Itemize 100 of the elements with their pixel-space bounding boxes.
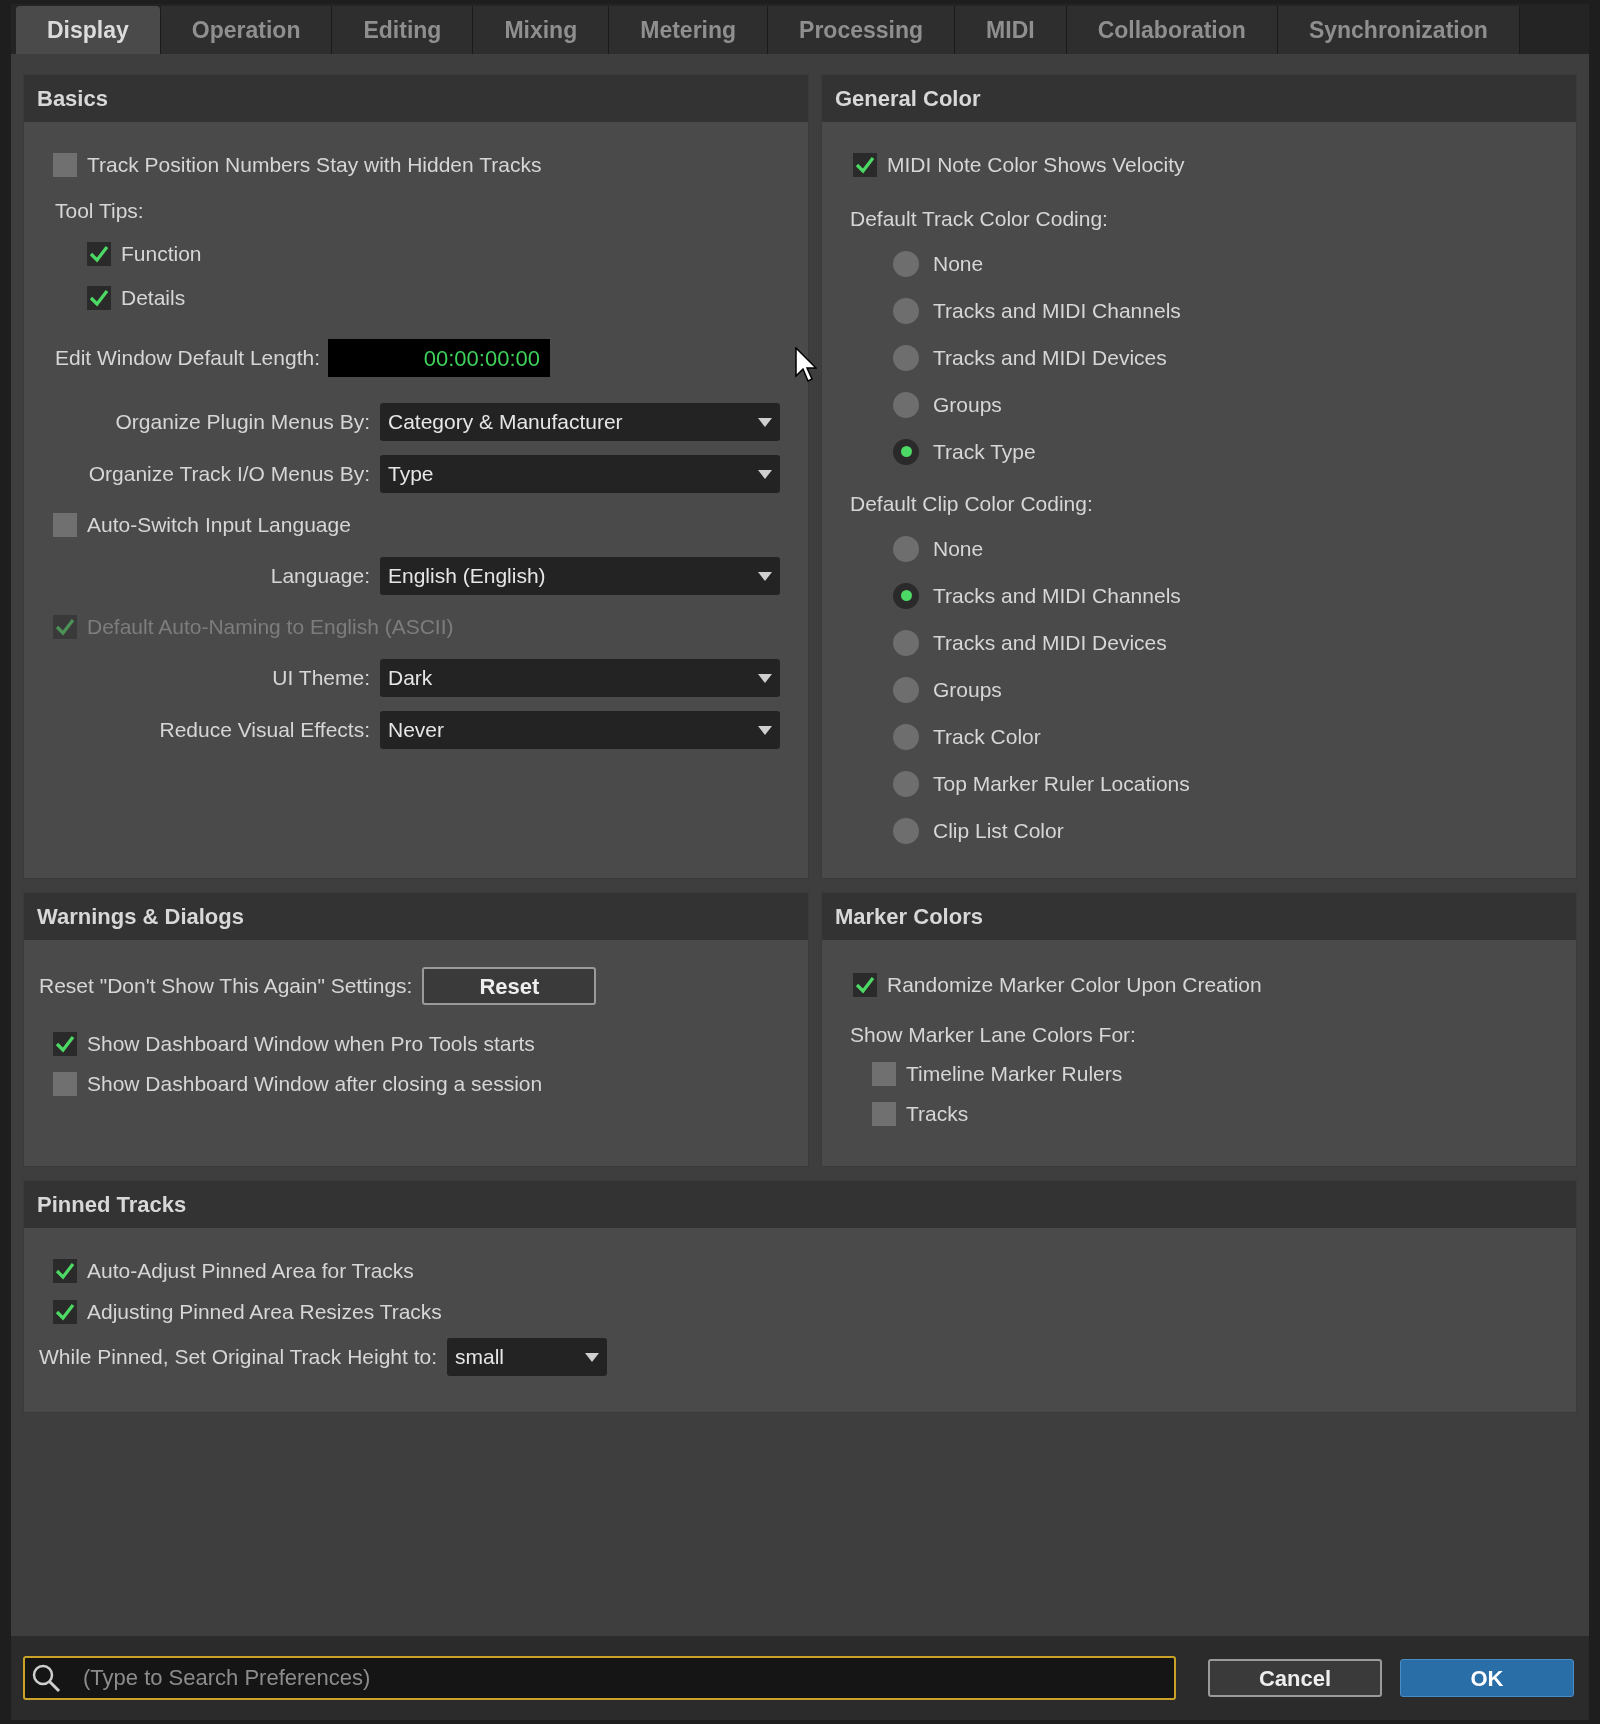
checkmark-icon	[55, 1302, 75, 1321]
checkmark-icon	[55, 1035, 75, 1053]
checkbox-label: Show Dashboard Window after closing a session	[87, 1071, 543, 1098]
dropdown[interactable]: Never	[380, 711, 780, 749]
field-label: Organize Track I/O Menus By:	[87, 461, 370, 488]
checkbox-label: Timeline Marker Rulers	[906, 1061, 1123, 1088]
radio-label: None	[933, 250, 984, 277]
tab[interactable]: MIDI	[955, 6, 1067, 54]
field-label: Reset "Don't Show This Again" Settings:	[39, 973, 413, 1000]
checkbox-label: Show Dashboard Window when Pro Tools starts	[87, 1031, 535, 1058]
checkbox-label: Auto-Adjust Pinned Area for Tracks	[87, 1257, 414, 1284]
tab[interactable]: Editing	[332, 6, 474, 54]
radio-button[interactable]	[893, 535, 919, 562]
panel-header: Marker Colors	[822, 893, 1576, 940]
group-label: Default Clip Color Coding:	[850, 490, 1094, 517]
field-label: Organize Plugin Menus By:	[114, 409, 370, 436]
panel-header: Pinned Tracks	[24, 1181, 1576, 1228]
tab[interactable]: Processing	[768, 6, 956, 54]
dropdown[interactable]: English (English)	[380, 557, 780, 595]
radio-label: Tracks and MIDI Devices	[933, 344, 1167, 371]
radio-button[interactable]	[893, 676, 919, 703]
radio-button[interactable]	[893, 344, 919, 371]
radio-label: Track Color	[933, 723, 1041, 750]
group-label: Tool Tips:	[55, 198, 145, 225]
radio-label: Clip List Color	[933, 817, 1064, 844]
field-label: Language:	[269, 563, 370, 590]
caret-icon	[758, 571, 772, 581]
checkbox[interactable]	[53, 1299, 77, 1324]
radio-button[interactable]	[893, 817, 919, 844]
field-label: UI Theme:	[271, 665, 370, 692]
radio-button[interactable]	[893, 438, 919, 465]
radio-label: Tracks and MIDI Channels	[933, 297, 1181, 324]
dropdown[interactable]: Dark	[380, 659, 780, 697]
checkbox-label: MIDI Note Color Shows Velocity	[887, 152, 1185, 179]
checkbox-label: Function	[121, 241, 202, 268]
tab[interactable]: Synchronization	[1277, 6, 1520, 54]
radio-button[interactable]	[893, 770, 919, 797]
caret-icon	[758, 469, 772, 479]
radio-button[interactable]	[893, 250, 919, 277]
panel-header: General Color	[822, 75, 1576, 122]
caret-icon	[585, 1352, 599, 1362]
field-label: While Pinned, Set Original Track Height to:	[39, 1344, 437, 1371]
dropdown[interactable]: small	[447, 1338, 607, 1376]
caret-icon	[758, 725, 772, 735]
checkbox[interactable]	[53, 1258, 77, 1283]
checkbox[interactable]	[872, 1102, 896, 1126]
search-field[interactable]: (Type to Search Preferences)	[23, 1656, 1176, 1700]
radio-label: Tracks and MIDI Channels	[933, 582, 1181, 609]
dropdown[interactable]: Category & Manufacturer	[380, 403, 780, 441]
checkbox[interactable]	[87, 242, 111, 266]
radio-button[interactable]	[893, 723, 919, 750]
checkbox-label: Adjusting Pinned Area Resizes Tracks	[87, 1298, 442, 1325]
caret-icon	[758, 673, 772, 683]
checkbox-label: Tracks	[906, 1101, 969, 1128]
checkbox[interactable]	[87, 286, 111, 310]
checkbox-label: Randomize Marker Color Upon Creation	[887, 972, 1262, 999]
checkbox[interactable]	[853, 973, 877, 997]
checkbox[interactable]	[853, 153, 877, 177]
tab[interactable]: Operation	[160, 6, 333, 54]
radio-button[interactable]	[893, 297, 919, 324]
tab[interactable]: Collaboration	[1066, 6, 1278, 54]
radio-label: None	[933, 535, 984, 562]
caret-icon	[758, 417, 772, 427]
checkmark-icon	[89, 289, 109, 307]
checkmark-icon	[55, 618, 75, 636]
checkbox[interactable]	[872, 1062, 896, 1086]
timecode-field[interactable]: 00:00:00:00	[328, 339, 550, 377]
checkmark-icon	[89, 245, 109, 263]
mouse-pointer-icon	[795, 347, 817, 383]
search-icon	[31, 1663, 61, 1693]
cancel-button[interactable]: Cancel	[1208, 1659, 1382, 1697]
radio-button[interactable]	[893, 629, 919, 656]
radio-label: Groups	[933, 391, 1002, 418]
checkbox[interactable]	[53, 1032, 77, 1056]
reset-button[interactable]: Reset	[422, 967, 597, 1005]
panel-header: Basics	[24, 75, 808, 122]
dropdown[interactable]: Type	[380, 455, 780, 493]
radio-button[interactable]	[893, 391, 919, 418]
group-label: Show Marker Lane Colors For:	[850, 1021, 1137, 1048]
tab[interactable]: Metering	[609, 6, 769, 54]
radio-label: Top Marker Ruler Locations	[933, 770, 1190, 797]
checkbox[interactable]	[53, 513, 77, 537]
radio-button[interactable]	[893, 582, 919, 609]
group-label: Default Track Color Coding:	[850, 205, 1109, 232]
checkbox-label: Auto-Switch Input Language	[87, 512, 351, 539]
ok-button[interactable]: OK	[1400, 1659, 1574, 1697]
radio-label: Track Type	[933, 438, 1036, 465]
panel-header: Warnings & Dialogs	[24, 893, 808, 940]
field-label: Reduce Visual Effects:	[158, 717, 370, 744]
tab[interactable]: Mixing	[473, 6, 610, 54]
checkbox[interactable]	[53, 1072, 77, 1096]
checkmark-icon	[55, 1261, 75, 1280]
checkmark-icon	[855, 976, 875, 994]
tab[interactable]: Display	[16, 6, 161, 54]
field-label: Edit Window Default Length:	[55, 345, 320, 372]
checkmark-icon	[855, 156, 875, 174]
checkbox[interactable]	[53, 153, 77, 177]
checkbox-label: Track Position Numbers Stay with Hidden Tracks	[87, 152, 542, 179]
checkbox-label: Details	[121, 285, 186, 312]
radio-label: Tracks and MIDI Devices	[933, 629, 1167, 656]
